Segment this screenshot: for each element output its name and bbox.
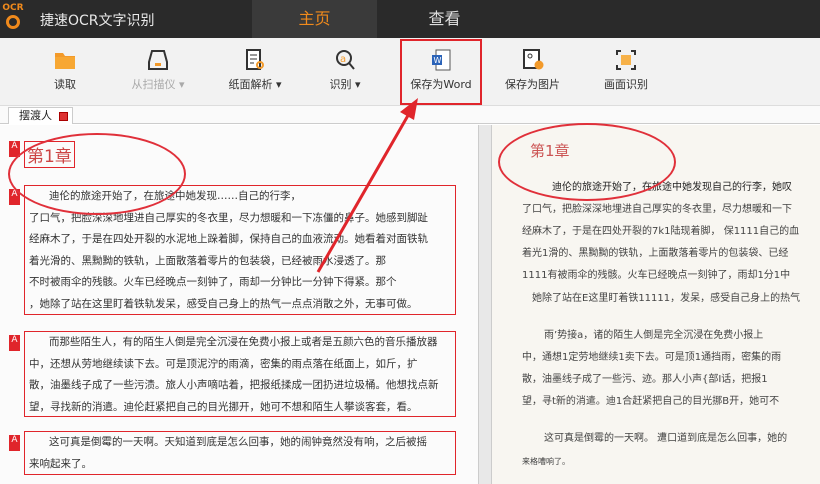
result-line: 经麻木了，于是在四处开裂的7k1陆现着脚， 保1111自己的血	[522, 226, 800, 237]
from-scanner-label: 从扫描仪 ▾	[131, 78, 185, 91]
result-line: 1111有被雨伞的残骸。火车已经晚点一刻钟了，雨却1分1中	[522, 270, 791, 281]
title-bar: OCR 捷速OCR文字识别 主页 查看	[0, 0, 820, 38]
page-analyze-icon	[246, 49, 264, 70]
tab-home[interactable]: 主页	[252, 0, 377, 38]
screen-capture-icon	[616, 50, 636, 70]
panel-splitter[interactable]	[478, 125, 492, 484]
result-line: 雨’势接a，诸的陌生人倒是完全沉浸在免费小报上	[544, 330, 764, 341]
recognize-icon: a	[336, 50, 355, 70]
read-label: 读取	[54, 78, 76, 91]
screen-recognize-button[interactable]: 画面识别	[596, 42, 656, 100]
scanner-icon	[148, 50, 168, 70]
result-line: 这可真是倒霉的一天啊。 遭口道到底是怎么回事，她的	[544, 433, 788, 444]
text-region[interactable]: 而那些陌生人，有的陌生人倒是完全沉浸在免费小报上或者是五颜六色的音乐播放器 中，…	[24, 331, 456, 417]
svg-text:a: a	[340, 54, 346, 65]
result-line: 了口气，把脸深深地埋进自己厚实的冬衣里，尽力想暖和一下	[522, 204, 792, 215]
text-line: 这可真是倒霉的一天啊。天知道到底是怎么回事，她的闹钟竟然没有响，之后被摇	[49, 436, 427, 448]
logo-text: OCR	[2, 3, 24, 13]
result-line: 她除了站在E这里盯着铁11111，发呆，感受自己身上的热气	[532, 293, 801, 304]
page-analyze-button[interactable]: 纸面解析 ▾	[215, 42, 295, 100]
highlight-box	[400, 39, 482, 105]
region-marker-icon: A	[9, 435, 20, 451]
result-panel: 第1章 迪伦的旅途开始了，在旅途中她发现自己的行李，她叹 了口气，把脸深深地埋进…	[492, 123, 820, 484]
app-title: 捷速OCR文字识别	[40, 13, 155, 29]
read-button[interactable]: 读取	[40, 42, 90, 100]
close-icon[interactable]	[59, 112, 68, 121]
save-as-image-label: 保存为图片	[505, 78, 560, 91]
source-image-panel: A 第1章 A 迪伦的旅途开始了，在旅途中她发现……自己的行李， 了口气，把脸深…	[0, 125, 478, 484]
text-line: ，她除了站在这里盯着铁轨发呆，感受自己身上的热气一点点消散之外，无事可做。	[29, 297, 418, 310]
text-line: 不时被雨伞的残骸。火车已经晚点一刻钟了，雨却一分钟比一分钟下得紧。那个	[29, 276, 397, 288]
tab-view[interactable]: 查看	[382, 0, 507, 38]
folder-icon	[55, 53, 75, 69]
text-line: 来响起来了。	[29, 457, 92, 470]
text-line: 望，寻找新的消遣。迪伦赶紧把自己的目光挪开，她可不想和陌生人攀谈客套，看。	[29, 400, 418, 413]
text-region[interactable]: 这可真是倒霉的一天啊。天知道到底是怎么回事，她的闹钟竟然没有响，之后被摇 来响起…	[24, 431, 456, 475]
annotation-circle	[8, 133, 186, 215]
result-line: 着光1滑的、黑黝黝的铁轨，上面散落着零片的包装袋、已经	[522, 248, 789, 259]
region-marker-icon: A	[9, 335, 20, 351]
app-logo: OCR	[2, 3, 24, 33]
text-line: 而那些陌生人，有的陌生人倒是完全沉浸在免费小报上或者是五颜六色的音乐播放器	[49, 336, 438, 348]
from-scanner-button[interactable]: 从扫描仪 ▾	[118, 42, 198, 100]
annotation-circle	[498, 123, 676, 201]
result-line: 散，油墨线子成了一些污、迹。那人小声{部I话，把报1	[522, 374, 768, 385]
save-image-icon	[522, 49, 543, 70]
eye-icon	[6, 15, 20, 29]
result-line: 来格嘈响了。	[522, 457, 570, 466]
save-as-image-button[interactable]: 保存为图片	[495, 42, 570, 100]
document-tabs: 摆渡人	[0, 106, 820, 124]
recognize-label: 识别 ▾	[329, 78, 361, 91]
screen-recognize-label: 画面识别	[604, 78, 648, 91]
text-line: 中，还想从劳地继续读下去。可是顶泥泞的雨滴，密集的雨点落在纸面上，如斤，扩	[29, 357, 418, 370]
page-analyze-label: 纸面解析 ▾	[228, 78, 282, 91]
document-tab-label: 摆渡人	[19, 109, 52, 122]
result-line: 中，通想1定劳地继续1卖下去。可是顶1通挡雨，密集的雨	[522, 352, 782, 363]
result-line: 望，寻t新的消遣。迪1合赶紧把自己的目光挪B开，她可不	[522, 396, 780, 407]
recognize-button[interactable]: a 识别 ▾	[315, 42, 375, 100]
text-line: 着光滑的、黑黝黝的铁轨，上面散落着零片的包装袋，已经被雨水浸透了。那	[29, 254, 386, 267]
document-tab[interactable]: 摆渡人	[8, 107, 73, 124]
text-line: 散，油墨线子成了一些污渍。旅人小声嘀咕着，把报纸揉成一团扔进垃圾桶。他想找点新	[29, 379, 439, 391]
text-line: 经麻木了，于是在四处开裂的水泥地上跺着脚，保持自己的血液流动。她看着对面铁轨	[29, 233, 428, 245]
